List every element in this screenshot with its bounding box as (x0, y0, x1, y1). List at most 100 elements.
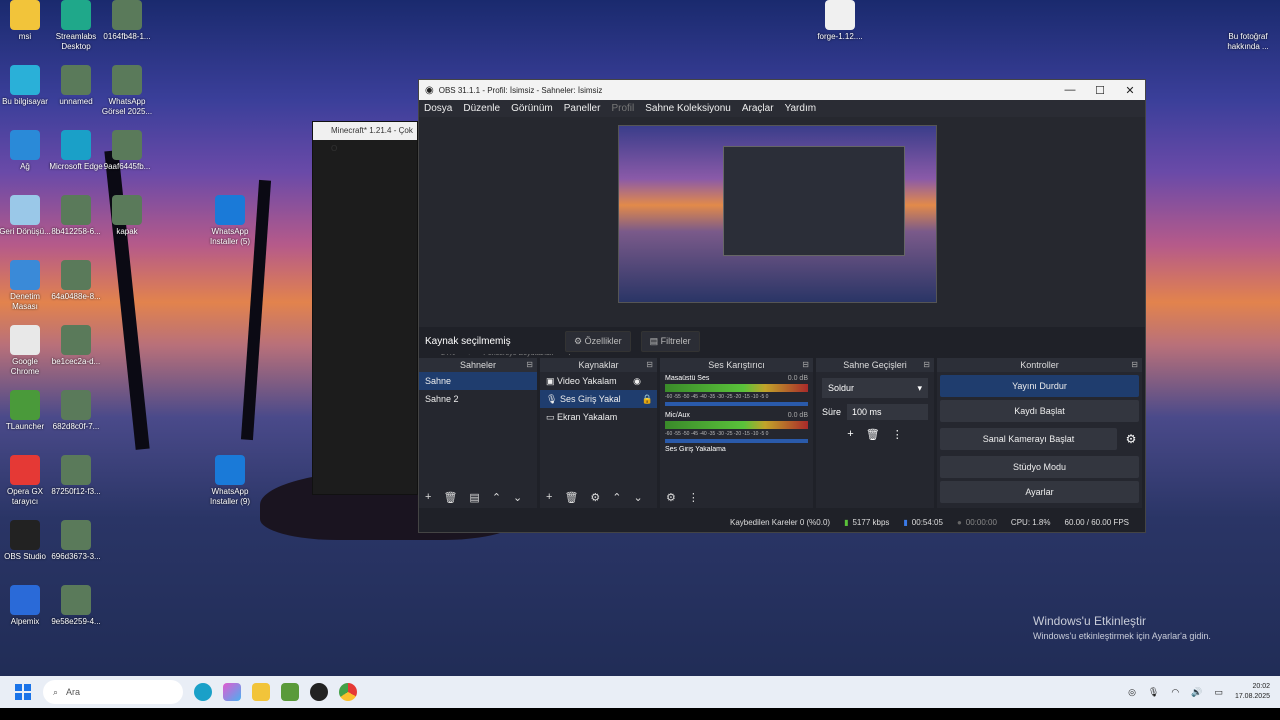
taskbar: ⌕ Ara ◎ 🎙 ◠ 🔊 ▭ 20:02 17.08.2025 (0, 676, 1280, 708)
obs-window[interactable]: ◉ OBS 31.1.1 - Profil: İsimsiz - Sahnele… (418, 79, 1146, 533)
start-recording-button[interactable]: Kaydı Başlat (940, 400, 1139, 422)
desktop-icon[interactable]: Geri Dönüşü... (0, 195, 53, 237)
desktop-icon[interactable]: kapak (99, 195, 155, 237)
watermark-subtitle: Windows'u etkinleştirmek için Ayarlar'a … (1033, 631, 1211, 641)
copilot-icon[interactable] (223, 683, 241, 701)
minecraft-icon[interactable] (281, 683, 299, 701)
transition-select[interactable]: Soldur ▾ (822, 378, 928, 398)
source-item[interactable]: ▭ Ekran Yakalam (540, 408, 657, 426)
lock-icon[interactable]: 🔒 (642, 390, 653, 408)
desktop-icon[interactable]: 87250f12-f3... (48, 455, 104, 497)
desktop-icon[interactable]: Microsoft Edge (48, 130, 104, 172)
minimize-button[interactable]: — (1055, 84, 1085, 97)
start-virtual-camera-button[interactable]: Sanal Kamerayı Başlat (940, 428, 1117, 450)
desktop-icon[interactable]: Streamlabs Desktop (48, 0, 104, 52)
desktop-icon[interactable]: Ağ (0, 130, 53, 172)
source-item[interactable]: 🎙 Ses Giriş Yakal 🔒 (540, 390, 657, 408)
edge-icon[interactable] (194, 683, 212, 701)
desktop-icon[interactable]: 682d8c0f-7... (48, 390, 104, 432)
menu-duzenle[interactable]: Düzenle (463, 103, 500, 114)
desktop-icon[interactable]: WhatsApp Görsel 2025... (99, 65, 155, 117)
chrome-icon[interactable] (339, 683, 357, 701)
scene-item[interactable]: Sahne (419, 372, 537, 390)
chevron-down-icon[interactable]: ⌄ (634, 491, 643, 504)
volume-slider[interactable] (665, 402, 808, 406)
obs-tray-icon[interactable]: ◎ (1128, 687, 1136, 698)
desktop-icon[interactable]: Alpemix (0, 585, 53, 627)
duration-input[interactable]: 100 ms (847, 404, 928, 420)
source-item-label: Video Yakalam (557, 376, 617, 386)
monitor-icon: ▭ (546, 412, 555, 422)
filters-button[interactable]: ▤ Filtreler (640, 330, 700, 352)
desktop-icon[interactable]: Bu bilgisayar (0, 65, 53, 107)
chevron-up-icon[interactable]: ⌃ (612, 491, 621, 504)
control-panel-icon (10, 260, 40, 290)
trash-icon[interactable]: 🗑 (443, 491, 457, 504)
battery-icon[interactable]: ▭ (1214, 687, 1223, 698)
source-item[interactable]: ▣ Video Yakalam ◉ (540, 372, 657, 390)
desktop-icon[interactable]: 9e58e259-4... (48, 585, 104, 627)
chevron-up-icon[interactable]: ⌃ (492, 491, 501, 504)
obs-titlebar[interactable]: ◉ OBS 31.1.1 - Profil: İsimsiz - Sahnele… (419, 80, 1145, 100)
taskbar-search[interactable]: ⌕ Ara (43, 680, 183, 704)
desktop-icon[interactable]: Opera GX tarayıcı (0, 455, 53, 507)
trash-icon[interactable]: 🗑 (866, 428, 880, 441)
volume-icon[interactable]: 🔊 (1191, 687, 1202, 698)
desktop-icon[interactable]: be1cec2a-d... (48, 325, 104, 367)
desktop-icon[interactable]: Bu fotoğraf hakkında ... (1220, 0, 1276, 52)
desktop-icon[interactable]: 696d3673-3... (48, 520, 104, 562)
add-icon[interactable]: + (425, 491, 431, 503)
volume-slider[interactable] (665, 439, 808, 443)
microphone-icon[interactable]: 🎙 (1148, 687, 1159, 698)
close-button[interactable]: ✕ (1115, 84, 1145, 97)
desktop-icon[interactable]: 8b412258-6... (48, 195, 104, 237)
studio-mode-button[interactable]: Stüdyo Modu (940, 456, 1139, 478)
eye-icon[interactable]: ◉ (633, 372, 641, 390)
gear-icon[interactable]: ⚙ (666, 491, 676, 504)
java-file-icon (825, 0, 855, 30)
chevron-down-icon[interactable]: ⌄ (513, 491, 522, 504)
desktop-icon[interactable]: OBS Studio (0, 520, 53, 562)
add-icon[interactable]: + (847, 428, 853, 441)
menu-paneller[interactable]: Paneller (564, 103, 601, 114)
menu-dosya[interactable]: Dosya (424, 103, 452, 114)
desktop-icon[interactable]: 64a0488e-8... (48, 260, 104, 302)
desktop-icon-label: unnamed (59, 97, 93, 106)
menu-profil[interactable]: Profil (611, 103, 634, 114)
desktop-icon[interactable]: forge-1.12.... (812, 0, 868, 42)
desktop-icon[interactable]: 0164fb48-1... (99, 0, 155, 42)
menu-araclar[interactable]: Araçlar (742, 103, 774, 114)
more-icon[interactable]: ⋮ (892, 428, 903, 441)
obs-icon[interactable] (310, 683, 328, 701)
preview-canvas[interactable]: − 24% + Pencereye Boyutlandır ▼ (419, 117, 1145, 357)
desktop-icon[interactable]: WhatsApp Installer (5) (202, 195, 258, 247)
desktop-icon[interactable]: Denetim Masası (0, 260, 53, 312)
windows-start-icon[interactable] (15, 684, 31, 700)
more-icon[interactable]: ⋮ (688, 491, 699, 504)
menu-yardim[interactable]: Yardım (785, 103, 817, 114)
file-explorer-icon[interactable] (252, 683, 270, 701)
desktop-icon[interactable]: 9aaf6445fb... (99, 130, 155, 172)
minecraft-window[interactable]: Minecraft* 1.21.4 - Çok O (312, 121, 418, 495)
clock[interactable]: 20:02 17.08.2025 (1235, 682, 1270, 702)
stop-stream-button[interactable]: Yayını Durdur (940, 375, 1139, 397)
desktop-icon[interactable]: unnamed (48, 65, 104, 107)
desktop-icon[interactable]: WhatsApp Installer (9) (202, 455, 258, 507)
desktop-icon[interactable]: msi (0, 0, 53, 42)
desktop-icon[interactable]: TLauncher (0, 390, 53, 432)
settings-button[interactable]: Ayarlar (940, 481, 1139, 503)
trash-icon[interactable]: 🗑 (564, 491, 578, 504)
add-icon[interactable]: + (546, 491, 552, 503)
scene-item[interactable]: Sahne 2 (419, 390, 537, 408)
desktop-icon[interactable]: Google Chrome (0, 325, 53, 377)
maximize-button[interactable]: ☐ (1085, 84, 1115, 97)
filter-icon[interactable]: ▤ (469, 491, 479, 504)
desktop-icon-label: 64a0488e-8... (51, 292, 101, 301)
menu-gorunum[interactable]: Görünüm (511, 103, 553, 114)
menu-sahne-koleksiyonu[interactable]: Sahne Koleksiyonu (645, 103, 731, 114)
desktop-icon-label: Microsoft Edge (49, 162, 103, 171)
gear-icon[interactable]: ⚙ (590, 491, 600, 504)
gear-icon[interactable]: ⚙ (1120, 425, 1142, 453)
wifi-icon[interactable]: ◠ (1171, 687, 1179, 698)
properties-button[interactable]: ⚙ Özellikler (565, 330, 631, 352)
